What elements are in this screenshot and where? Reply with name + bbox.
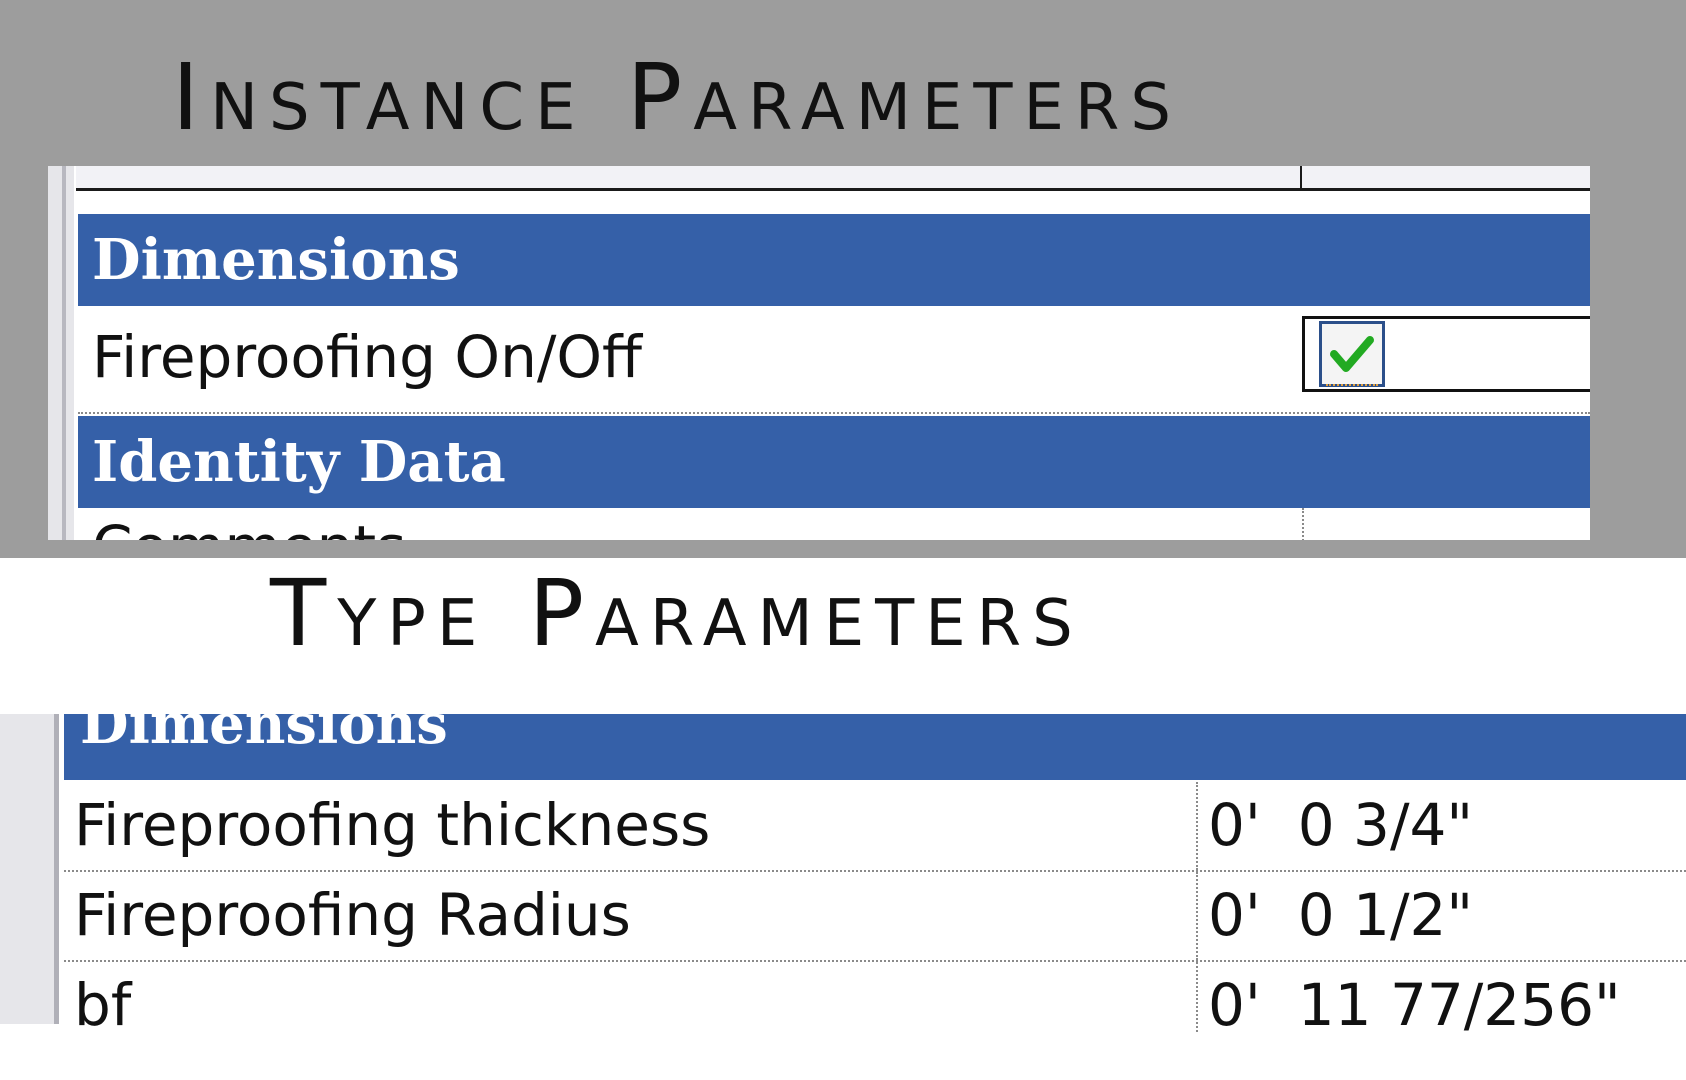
column-resize-handle[interactable] <box>1300 166 1302 188</box>
group-header-dimensions[interactable]: Dimensions <box>78 214 1590 306</box>
param-value[interactable]: 0' 0 1/2" <box>1208 886 1473 944</box>
group-header-identity-data[interactable]: Identity Data <box>78 416 1590 508</box>
table-left-rule <box>0 714 59 1024</box>
param-value[interactable]: 0' 11 77/256" <box>1208 976 1621 1034</box>
param-label: Fireproofing thickness <box>74 791 711 859</box>
column-divider <box>1196 782 1198 870</box>
checkmark-icon <box>1330 336 1374 372</box>
group-header-label: Dimensions <box>80 714 448 757</box>
param-value-cell[interactable] <box>1302 316 1590 392</box>
column-divider <box>1196 962 1198 1032</box>
param-label: Comments <box>92 518 406 540</box>
column-divider <box>1196 872 1198 960</box>
instance-parameters-table: Dimensions Fireproofing On/Off Identity … <box>48 166 1590 540</box>
param-row-fireproofing-on-off: Fireproofing On/Off <box>78 306 1590 414</box>
type-parameters-heading: Type Parameters <box>270 560 1084 667</box>
column-header <box>76 166 1590 191</box>
group-header-dimensions[interactable]: Dimensions <box>64 714 1686 780</box>
type-parameters-table: Dimensions Fireproofing thickness 0' 0 3… <box>0 714 1686 1080</box>
param-row-fireproofing-thickness: Fireproofing thickness 0' 0 3/4" <box>64 782 1686 872</box>
param-value[interactable]: 0' 0 3/4" <box>1208 796 1473 854</box>
param-label: Fireproofing Radius <box>74 881 631 949</box>
instance-parameters-heading: Instance Parameters <box>172 44 1182 151</box>
param-label: bf <box>74 971 132 1039</box>
column-divider <box>1302 508 1304 540</box>
group-header-label: Dimensions <box>92 227 460 293</box>
param-row-bf: bf 0' 11 77/256" <box>64 962 1686 1039</box>
table-left-rule <box>48 166 74 540</box>
fireproofing-checkbox[interactable] <box>1319 321 1385 387</box>
param-row-fireproofing-radius: Fireproofing Radius 0' 0 1/2" <box>64 872 1686 962</box>
group-header-label: Identity Data <box>92 429 506 495</box>
param-label: Fireproofing On/Off <box>92 323 642 391</box>
param-row-comments: Comments <box>78 508 1590 540</box>
